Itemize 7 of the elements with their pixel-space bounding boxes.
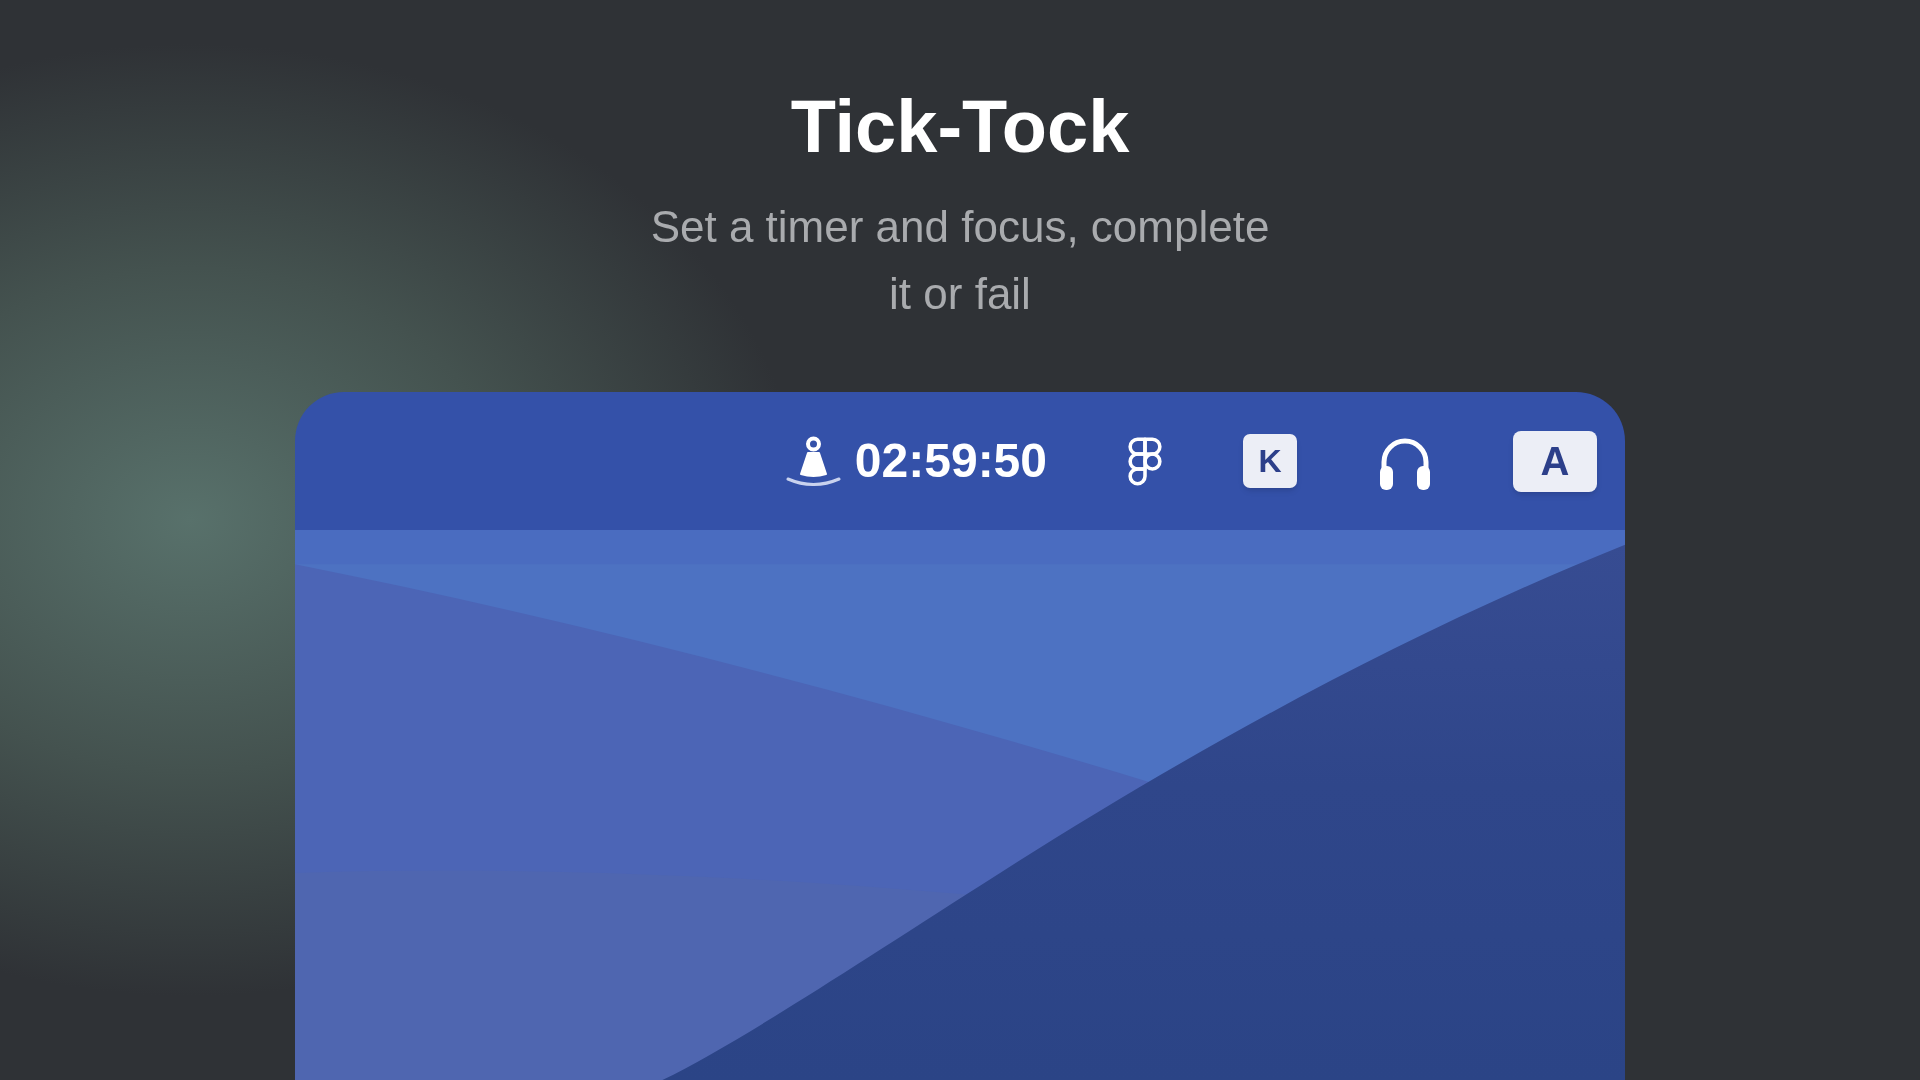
pawn-icon <box>785 436 841 486</box>
page-title: Tick-Tock <box>790 86 1130 168</box>
letter-tile-button[interactable]: K <box>1243 434 1297 488</box>
letter-tile-button[interactable]: A <box>1513 430 1597 492</box>
timer-button[interactable]: 02:59:50 <box>785 436 1047 486</box>
page-subtitle: Set a timer and focus, complete it or fail <box>649 201 1271 321</box>
logo-icon[interactable] <box>1127 436 1163 486</box>
